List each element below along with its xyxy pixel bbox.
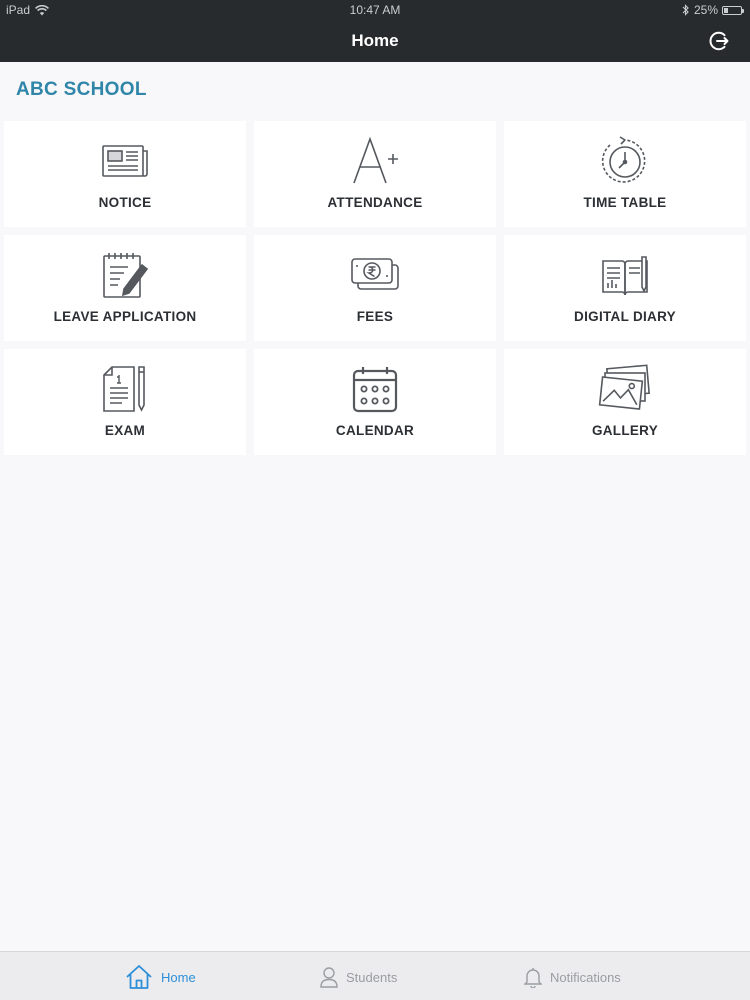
tile-gallery[interactable]: GALLERY <box>504 349 746 455</box>
status-right: 25% <box>682 3 744 17</box>
tile-label: TIME TABLE <box>583 195 667 210</box>
tile-label: DIGITAL DIARY <box>574 309 676 324</box>
nav-bar: Home <box>0 20 750 62</box>
tile-exam[interactable]: EXAM <box>4 349 246 455</box>
tile-label: NOTICE <box>98 195 152 210</box>
battery-fill <box>724 7 728 13</box>
tab-notifications[interactable]: Notifications <box>524 962 621 992</box>
tile-label: FEES <box>356 309 394 324</box>
tile-label: EXAM <box>104 423 146 438</box>
tab-label: Notifications <box>550 969 621 985</box>
diary-icon <box>602 256 648 296</box>
tile-notice[interactable]: NOTICE <box>4 121 246 227</box>
rupee-notes-icon <box>351 258 399 290</box>
tile-label: GALLERY <box>591 423 659 438</box>
page-title: Home <box>351 31 399 50</box>
battery-percent: 25% <box>693 3 718 17</box>
calendar-icon <box>352 367 398 413</box>
status-bar: iPad 10:47 AM 25% <box>0 0 750 20</box>
grade-a-plus-icon <box>353 136 398 184</box>
tab-label: Home <box>161 969 196 985</box>
tile-attendance[interactable]: ATTENDANCE <box>254 121 496 227</box>
newspaper-icon <box>102 145 148 177</box>
bell-icon <box>524 968 542 988</box>
exam-paper-icon <box>103 366 145 412</box>
tab-home[interactable]: Home <box>125 962 196 992</box>
tile-label: CALENDAR <box>335 423 415 438</box>
clock-icon <box>601 136 646 183</box>
bluetooth-icon <box>682 4 689 16</box>
battery-icon <box>722 5 744 15</box>
status-time: 10:47 AM <box>349 3 401 17</box>
tab-bar: Home Students Notifications <box>0 951 750 1000</box>
tile-time-table[interactable]: TIME TABLE <box>504 121 746 227</box>
user-icon <box>320 967 338 988</box>
tile-label: LEAVE APPLICATION <box>53 309 197 324</box>
tab-students[interactable]: Students <box>320 962 397 992</box>
tile-label: ATTENDANCE <box>327 195 423 210</box>
menu-grid: NOTICE ATTENDANCE TIME TABLE LEAVE APPLI… <box>4 121 746 455</box>
tile-fees[interactable]: FEES <box>254 235 496 341</box>
tile-digital-diary[interactable]: DIGITAL DIARY <box>504 235 746 341</box>
tab-label: Students <box>346 969 398 985</box>
tile-calendar[interactable]: CALENDAR <box>254 349 496 455</box>
notepad-pencil-icon <box>103 253 149 298</box>
gallery-icon <box>598 364 651 410</box>
school-name: ABC SCHOOL <box>16 79 147 100</box>
home-icon <box>126 965 152 989</box>
tile-leave-application[interactable]: LEAVE APPLICATION <box>4 235 246 341</box>
logout-icon[interactable] <box>708 29 732 53</box>
